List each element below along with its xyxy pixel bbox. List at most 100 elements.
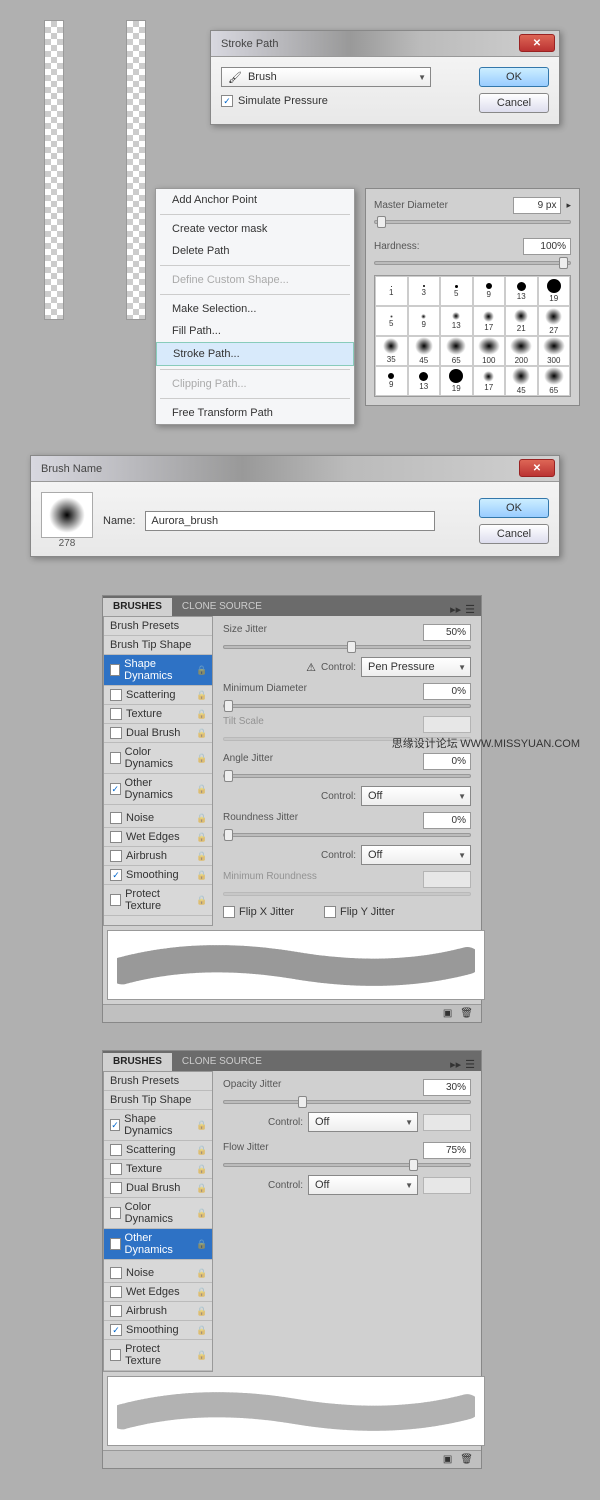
brush-name-input[interactable] [145,511,435,531]
angle-control-dropdown[interactable]: Off [361,786,471,806]
checkbox-icon[interactable]: ✓ [110,1119,120,1131]
brush-cell[interactable]: 45 [408,336,441,366]
diameter-slider[interactable] [374,220,571,224]
tool-dropdown[interactable]: 🖌 Brush [221,67,431,87]
close-icon[interactable]: ✕ [519,34,555,52]
tab-clone-source[interactable]: CLONE SOURCE [172,1053,272,1071]
flow-jitter-field[interactable]: 75% [423,1142,471,1159]
brush-cell[interactable]: 9 [375,366,408,396]
preset-item[interactable]: Scattering🔒 [104,686,212,705]
brush-cell[interactable]: 5 [375,306,408,336]
preset-item[interactable]: Dual Brush🔒 [104,724,212,743]
brush-cell[interactable]: 13 [408,366,441,396]
ctx-delete-path[interactable]: Delete Path [156,240,354,262]
angle-jitter-field[interactable]: 0% [423,753,471,770]
checkbox-icon[interactable]: ✓ [110,1238,121,1250]
preset-item[interactable]: Wet Edges🔒 [104,1283,212,1302]
checkbox-icon[interactable] [110,1349,121,1361]
brush-cell[interactable]: 13 [440,306,473,336]
master-diameter-field[interactable]: 9 px [513,197,561,214]
checkbox-icon[interactable] [110,1267,122,1279]
preset-item[interactable]: Brush Tip Shape [104,1091,212,1110]
arrows-icon[interactable]: ▸▸ [450,1058,461,1071]
trash-icon[interactable]: 🗑 [460,1008,473,1019]
size-jitter-field[interactable]: 50% [423,624,471,641]
preset-item[interactable]: Texture🔒 [104,705,212,724]
ctx-free-transform[interactable]: Free Transform Path [156,402,354,424]
brush-cell[interactable]: 27 [538,306,571,336]
ok-button[interactable]: OK [479,498,549,518]
checkbox-icon[interactable] [110,727,122,739]
preset-item[interactable]: ✓Smoothing🔒 [104,866,212,885]
preset-item[interactable]: Noise🔒 [104,809,212,828]
preset-item[interactable]: Protect Texture🔒 [104,1340,212,1371]
angle-jitter-slider[interactable] [223,774,471,778]
brush-cell[interactable]: 65 [440,336,473,366]
ctx-fill-path[interactable]: Fill Path... [156,320,354,342]
checkbox-icon[interactable] [110,1286,122,1298]
checkbox-icon[interactable] [223,906,235,918]
preset-item[interactable]: Brush Presets [104,617,212,636]
brush-cell[interactable]: 3 [408,276,441,306]
brush-preset-grid[interactable]: 1359131959131721273545651002003009131917… [374,275,571,397]
checkbox-icon[interactable] [324,906,336,918]
flow-control-dropdown[interactable]: Off [308,1175,418,1195]
flip-x-row[interactable]: Flip X Jitter [223,906,294,918]
dialog-titlebar[interactable]: Brush Name ✕ [31,456,559,482]
new-icon[interactable]: ▣ [443,1454,452,1465]
flyout-icon[interactable]: ▸ [566,200,571,211]
preset-item[interactable]: Noise🔒 [104,1264,212,1283]
ctx-add-anchor[interactable]: Add Anchor Point [156,189,354,211]
tab-brushes[interactable]: BRUSHES [103,598,172,616]
control-dropdown[interactable]: Pen Pressure [361,657,471,677]
cancel-button[interactable]: Cancel [479,524,549,544]
min-diameter-slider[interactable] [223,704,471,708]
brush-cell[interactable]: 13 [505,276,538,306]
cancel-button[interactable]: Cancel [479,93,549,113]
checkbox-icon[interactable] [110,831,122,843]
brush-cell[interactable]: 17 [473,366,506,396]
checkbox-icon[interactable]: ✓ [110,1324,122,1336]
hardness-field[interactable]: 100% [523,238,571,255]
preset-item[interactable]: Airbrush🔒 [104,1302,212,1321]
size-jitter-slider[interactable] [223,645,471,649]
simulate-pressure-row[interactable]: ✓ Simulate Pressure [221,95,469,107]
opacity-jitter-field[interactable]: 30% [423,1079,471,1096]
ctx-stroke-path[interactable]: Stroke Path... [156,342,354,366]
tab-clone-source[interactable]: CLONE SOURCE [172,598,272,616]
hardness-slider[interactable] [374,261,571,265]
preset-item[interactable]: Airbrush🔒 [104,847,212,866]
new-icon[interactable]: ▣ [443,1008,452,1019]
checkbox-icon[interactable] [110,1182,122,1194]
brush-cell[interactable]: 19 [538,276,571,306]
preset-item[interactable]: ✓Shape Dynamics🔒 [104,655,212,686]
brush-cell[interactable]: 35 [375,336,408,366]
brush-cell[interactable]: 9 [473,276,506,306]
flip-y-row[interactable]: Flip Y Jitter [324,906,395,918]
close-icon[interactable]: ✕ [519,459,555,477]
brush-cell[interactable]: 21 [505,306,538,336]
menu-icon[interactable]: ☰ [465,1058,475,1071]
brush-cell[interactable]: 65 [538,366,571,396]
preset-item[interactable]: ✓Other Dynamics🔒 [104,1229,212,1260]
brush-cell[interactable]: 300 [538,336,571,366]
checkbox-icon[interactable]: ✓ [110,783,121,795]
preset-item[interactable]: Dual Brush🔒 [104,1179,212,1198]
checkbox-icon[interactable] [110,1207,121,1219]
checkbox-icon[interactable] [110,1163,122,1175]
preset-item[interactable]: Brush Presets [104,1072,212,1091]
checkbox-icon[interactable] [110,708,122,720]
menu-icon[interactable]: ☰ [465,603,475,616]
brush-cell[interactable]: 19 [440,366,473,396]
trash-icon[interactable]: 🗑 [460,1454,473,1465]
checkbox-icon[interactable] [110,850,122,862]
dialog-titlebar[interactable]: Stroke Path ✕ [211,31,559,57]
checkbox-icon[interactable]: ✓ [221,95,233,107]
ctx-make-selection[interactable]: Make Selection... [156,298,354,320]
checkbox-icon[interactable] [110,1144,122,1156]
checkbox-icon[interactable]: ✓ [110,664,120,676]
ok-button[interactable]: OK [479,67,549,87]
checkbox-icon[interactable] [110,689,122,701]
tab-brushes[interactable]: BRUSHES [103,1053,172,1071]
preset-item[interactable]: ✓Smoothing🔒 [104,1321,212,1340]
